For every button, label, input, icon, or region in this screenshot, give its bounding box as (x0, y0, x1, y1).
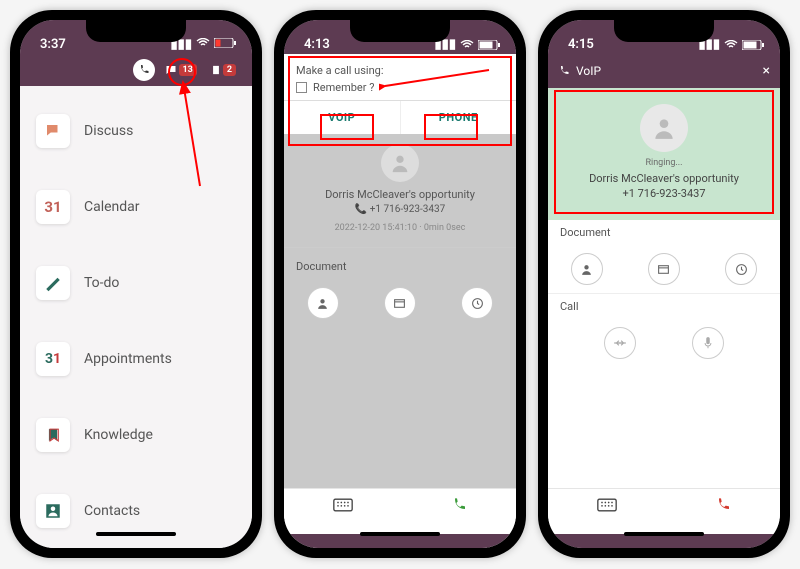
menu-contacts[interactable]: Contacts (32, 484, 240, 538)
annotation-arrow-2 (379, 64, 499, 94)
ringing-label: Ringing... (548, 158, 780, 168)
wifi-icon (460, 40, 474, 50)
hangup-button[interactable] (715, 497, 731, 517)
mute-button[interactable] (692, 327, 724, 359)
activity-badge[interactable]: 2 (207, 62, 240, 78)
calendar-icon: 31 (36, 190, 70, 224)
window-button[interactable] (648, 253, 680, 285)
voip-button[interactable]: VOIP (284, 101, 400, 134)
phone-button[interactable]: PHONE (400, 101, 517, 134)
remember-checkbox[interactable] (296, 82, 307, 93)
top-bar: 13 2 (20, 54, 252, 86)
keypad-button[interactable] (597, 497, 617, 516)
status-time: 4:15 (568, 37, 594, 52)
call-label: Call (548, 293, 780, 319)
call-title: Dorris McCleaver's opportunity (548, 172, 780, 185)
keypad-button[interactable] (333, 497, 353, 516)
voip-header: VoIP × (548, 54, 780, 88)
bottom-bar (548, 488, 780, 534)
status-time: 3:37 (40, 37, 66, 52)
status-icons: ▮▮▮ (435, 37, 500, 52)
call-button[interactable] (451, 497, 467, 517)
status-icons: ▮▮▮ (171, 37, 236, 52)
contact-meta: 2022-12-20 15:41:10 · 0min 0sec (292, 223, 508, 233)
wifi-icon (196, 37, 210, 52)
wifi-icon (724, 40, 738, 50)
contacts-icon (36, 494, 70, 528)
document-label: Document (548, 220, 780, 245)
app-menu: Discuss 31 Calendar To-do 31 Appointment… (20, 86, 252, 548)
discuss-icon (36, 114, 70, 148)
status-icons: ▮▮▮ (699, 37, 764, 52)
avatar-icon (381, 144, 419, 182)
person-button[interactable] (571, 253, 603, 285)
knowledge-icon (36, 418, 70, 452)
document-label: Document (284, 254, 516, 279)
battery-icon (742, 40, 764, 50)
call-number: +1 716-923-3437 (548, 187, 780, 200)
contact-title: Dorris McCleaver's opportunity (292, 188, 508, 201)
phone-header-icon (558, 65, 570, 77)
close-icon[interactable]: × (763, 63, 770, 79)
calling-card: Ringing... Dorris McCleaver's opportunit… (548, 88, 780, 220)
transfer-button[interactable] (604, 327, 636, 359)
modal-buttons: VOIP PHONE (284, 101, 516, 134)
appointments-icon: 31 (36, 342, 70, 376)
battery-icon (478, 40, 500, 50)
menu-todo[interactable]: To-do (32, 256, 240, 310)
clock-button[interactable] (725, 253, 757, 285)
annotation-arrow (155, 76, 210, 196)
menu-appointments[interactable]: 31 Appointments (32, 332, 240, 386)
window-button[interactable] (384, 287, 416, 319)
contact-card: Dorris McCleaver's opportunity 📞 +1 716-… (292, 136, 508, 241)
person-button[interactable] (307, 287, 339, 319)
contact-phone: 📞 +1 716-923-3437 (292, 204, 508, 215)
clock-button[interactable] (461, 287, 493, 319)
battery-icon (214, 37, 236, 52)
menu-knowledge[interactable]: Knowledge (32, 408, 240, 462)
remember-label: Remember ? (313, 81, 374, 94)
todo-icon (36, 266, 70, 300)
header-title: VoIP (576, 64, 601, 78)
voip-icon[interactable] (133, 59, 155, 81)
avatar-icon (640, 104, 688, 152)
bottom-bar (284, 488, 516, 534)
status-time: 4:13 (304, 37, 330, 52)
